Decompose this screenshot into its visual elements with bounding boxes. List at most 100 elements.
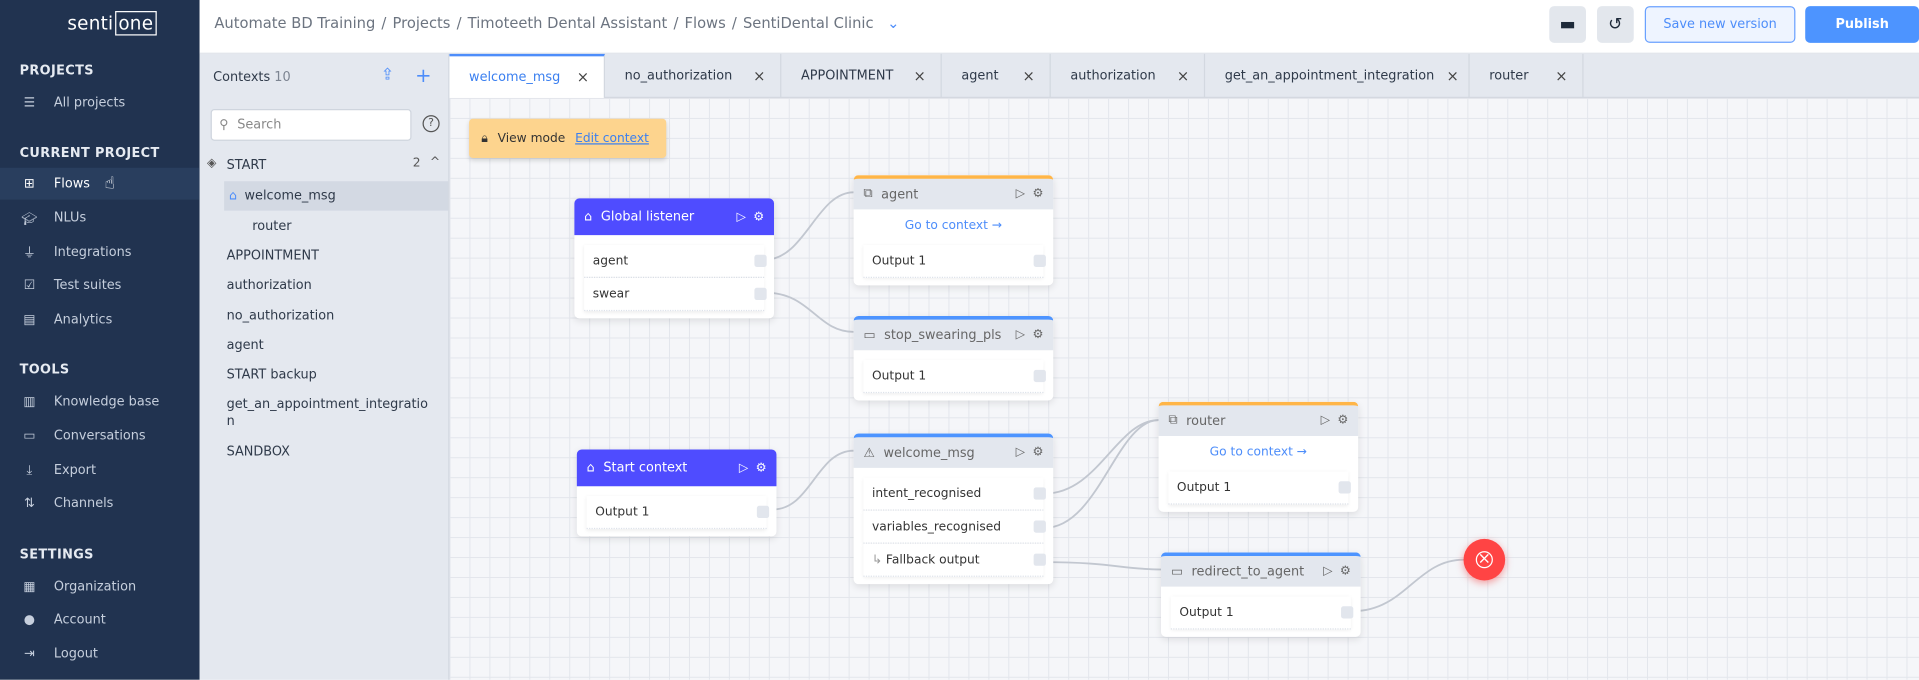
flow-canvas[interactable]: 🔒︎ View mode Edit context ⌂ Global listener… xyxy=(449,97,1919,680)
tab-welcome-msg[interactable]: welcome_msg × xyxy=(449,53,606,98)
sidebar-item-account[interactable]: ● Account xyxy=(0,604,200,636)
sidebar-item-logout[interactable]: ⇥ Logout xyxy=(0,638,200,670)
gear-icon[interactable]: ⚙ xyxy=(1032,328,1043,341)
breadcrumb-item[interactable]: Automate BD Training xyxy=(214,15,375,32)
context-item[interactable]: SANDBOX xyxy=(227,443,290,460)
tab-authorization[interactable]: authorization × xyxy=(1051,53,1206,98)
output-port[interactable] xyxy=(1033,520,1046,533)
play-icon[interactable]: ▷ xyxy=(1321,414,1330,427)
sidebar-item-export[interactable]: ⤓ Export xyxy=(0,454,200,486)
sidebar-item-all-projects[interactable]: ☰ All projects xyxy=(0,87,200,119)
output-row: variables_recognised xyxy=(863,510,1046,544)
sidebar-item-conversations[interactable]: ▭ Conversations xyxy=(0,420,200,452)
sidebar-item-flows[interactable]: ⊞ Flows ☝ xyxy=(0,167,200,200)
breadcrumb-item[interactable]: Flows xyxy=(685,15,726,32)
gear-icon[interactable]: ⚙ xyxy=(1340,565,1351,578)
breadcrumb-item[interactable]: Timoteeth Dental Assistant xyxy=(468,15,668,32)
close-icon[interactable]: × xyxy=(753,67,765,84)
gear-icon[interactable]: ⚙ xyxy=(756,461,767,474)
context-group-start[interactable]: START xyxy=(227,157,267,174)
output-port[interactable] xyxy=(1341,606,1354,619)
go-to-context-link[interactable]: Go to context → xyxy=(1159,436,1359,472)
node-start-context[interactable]: ⌂ Start context ▷ ⚙ Output 1 xyxy=(576,449,777,537)
book-icon: ▥ xyxy=(23,394,36,410)
tab-agent[interactable]: agent × xyxy=(942,53,1051,98)
close-icon[interactable]: × xyxy=(577,69,589,86)
play-icon[interactable]: ▷ xyxy=(1016,328,1025,341)
context-item[interactable]: no_authorization xyxy=(227,307,335,324)
layers-icon: ◈ xyxy=(206,156,217,171)
sidebar-item-channels[interactable]: ⇅ Channels xyxy=(0,487,200,519)
download-icon: ⤓ xyxy=(26,462,33,478)
chevron-up-icon[interactable]: ^ xyxy=(430,156,440,169)
output-port[interactable] xyxy=(754,254,767,267)
help-icon[interactable]: ? xyxy=(422,115,440,133)
history-button[interactable]: ↺ xyxy=(1597,6,1634,43)
context-item[interactable]: agent xyxy=(227,337,264,354)
node-stop-swearing-pls[interactable]: ▭ stop_swearing_pls ▷ ⚙ Output 1 xyxy=(853,315,1054,401)
node-global-listener[interactable]: ⌂ Global listener ▷ ⚙ agent swear xyxy=(574,198,775,319)
edit-context-link[interactable]: Edit context xyxy=(575,132,649,145)
sidebar-item-nlus[interactable]: 🎓︎ NLUs xyxy=(0,202,200,234)
context-item[interactable]: authorization xyxy=(227,277,312,294)
close-icon[interactable]: × xyxy=(1023,67,1035,84)
sidebar-item-test-suites[interactable]: ☑ Test suites xyxy=(0,269,200,301)
close-icon[interactable]: × xyxy=(1177,67,1189,84)
tab-appointment[interactable]: APPOINTMENT × xyxy=(781,53,942,98)
sentione-logo[interactable]: senti one xyxy=(67,11,157,36)
end-conversation-node[interactable]: × xyxy=(1463,538,1506,581)
user-icon: ● xyxy=(23,612,35,628)
node-redirect-to-agent[interactable]: ▭ redirect_to_agent ▷ ⚙ Output 1 xyxy=(1161,552,1361,637)
breadcrumb-item[interactable]: Projects xyxy=(393,15,451,32)
sidebar-item-integrations[interactable]: ⏚ Integrations xyxy=(0,236,200,268)
output-port[interactable] xyxy=(1033,553,1046,566)
sidebar-item-analytics[interactable]: ▤ Analytics xyxy=(0,304,200,336)
tab-get-an-appointment-integration[interactable]: get_an_appointment_integration × xyxy=(1205,53,1470,98)
context-item-router[interactable]: router xyxy=(252,218,291,235)
checklist-icon: ☑ xyxy=(23,278,36,293)
sidebar-item-knowledge-base[interactable]: ▥ Knowledge base xyxy=(0,386,200,418)
gear-icon[interactable]: ⚙ xyxy=(1032,446,1043,459)
save-new-version-button[interactable]: Save new version xyxy=(1644,6,1796,43)
tab-no-authorization[interactable]: no_authorization × xyxy=(605,53,782,98)
upload-icon[interactable]: ⇪ xyxy=(381,66,394,84)
play-icon[interactable]: ▷ xyxy=(736,210,745,223)
play-icon[interactable]: ▷ xyxy=(1016,446,1025,459)
node-agent[interactable]: ⧉ agent ▷ ⚙ Go to context → Output 1 xyxy=(853,175,1054,286)
message-alert-icon: ⚠ xyxy=(863,445,875,460)
node-welcome-msg[interactable]: ⚠ welcome_msg ▷ ⚙ intent_recognised variabl… xyxy=(853,433,1054,585)
chevron-down-icon[interactable]: ⌄ xyxy=(887,15,899,32)
output-port[interactable] xyxy=(756,505,770,519)
play-icon[interactable]: ▷ xyxy=(1016,187,1025,200)
list-icon: ☰ xyxy=(23,95,36,111)
breadcrumb-item[interactable]: SentiDental Clinic xyxy=(743,15,874,32)
close-icon[interactable]: × xyxy=(914,67,926,84)
search-input[interactable]: ⚲ Search xyxy=(210,108,412,141)
close-icon[interactable]: × xyxy=(1447,67,1459,84)
output-port[interactable] xyxy=(1033,487,1046,500)
context-item[interactable]: get_an_appointment_integratio n xyxy=(227,396,428,430)
context-item[interactable]: START backup xyxy=(227,366,317,383)
play-icon[interactable]: ▷ xyxy=(1323,565,1332,578)
output-row: Output 1 xyxy=(863,244,1046,279)
chat-button[interactable]: ▬ xyxy=(1549,6,1586,43)
connection xyxy=(1353,558,1464,613)
node-router[interactable]: ⧉ router ▷ ⚙ Go to context → Output 1 xyxy=(1158,401,1359,512)
context-item-welcome-msg[interactable]: ⌂ welcome_msg xyxy=(224,181,449,211)
output-port[interactable] xyxy=(1033,369,1046,383)
context-item[interactable]: APPOINTMENT xyxy=(227,247,319,264)
group-count: 2 xyxy=(412,156,421,171)
output-port[interactable] xyxy=(754,287,767,301)
go-to-context-link[interactable]: Go to context → xyxy=(854,209,1054,245)
add-context-button[interactable]: + xyxy=(415,64,431,87)
tab-router[interactable]: router × xyxy=(1470,53,1584,98)
gear-icon[interactable]: ⚙ xyxy=(1337,414,1348,427)
play-icon[interactable]: ▷ xyxy=(739,461,748,474)
sidebar-item-organization[interactable]: ▦ Organization xyxy=(0,571,200,603)
output-port[interactable] xyxy=(1338,481,1351,494)
gear-icon[interactable]: ⚙ xyxy=(1032,187,1043,200)
close-icon[interactable]: × xyxy=(1555,67,1567,84)
gear-icon[interactable]: ⚙ xyxy=(753,210,764,223)
publish-button[interactable]: Publish xyxy=(1805,6,1919,43)
output-port[interactable] xyxy=(1033,254,1046,267)
